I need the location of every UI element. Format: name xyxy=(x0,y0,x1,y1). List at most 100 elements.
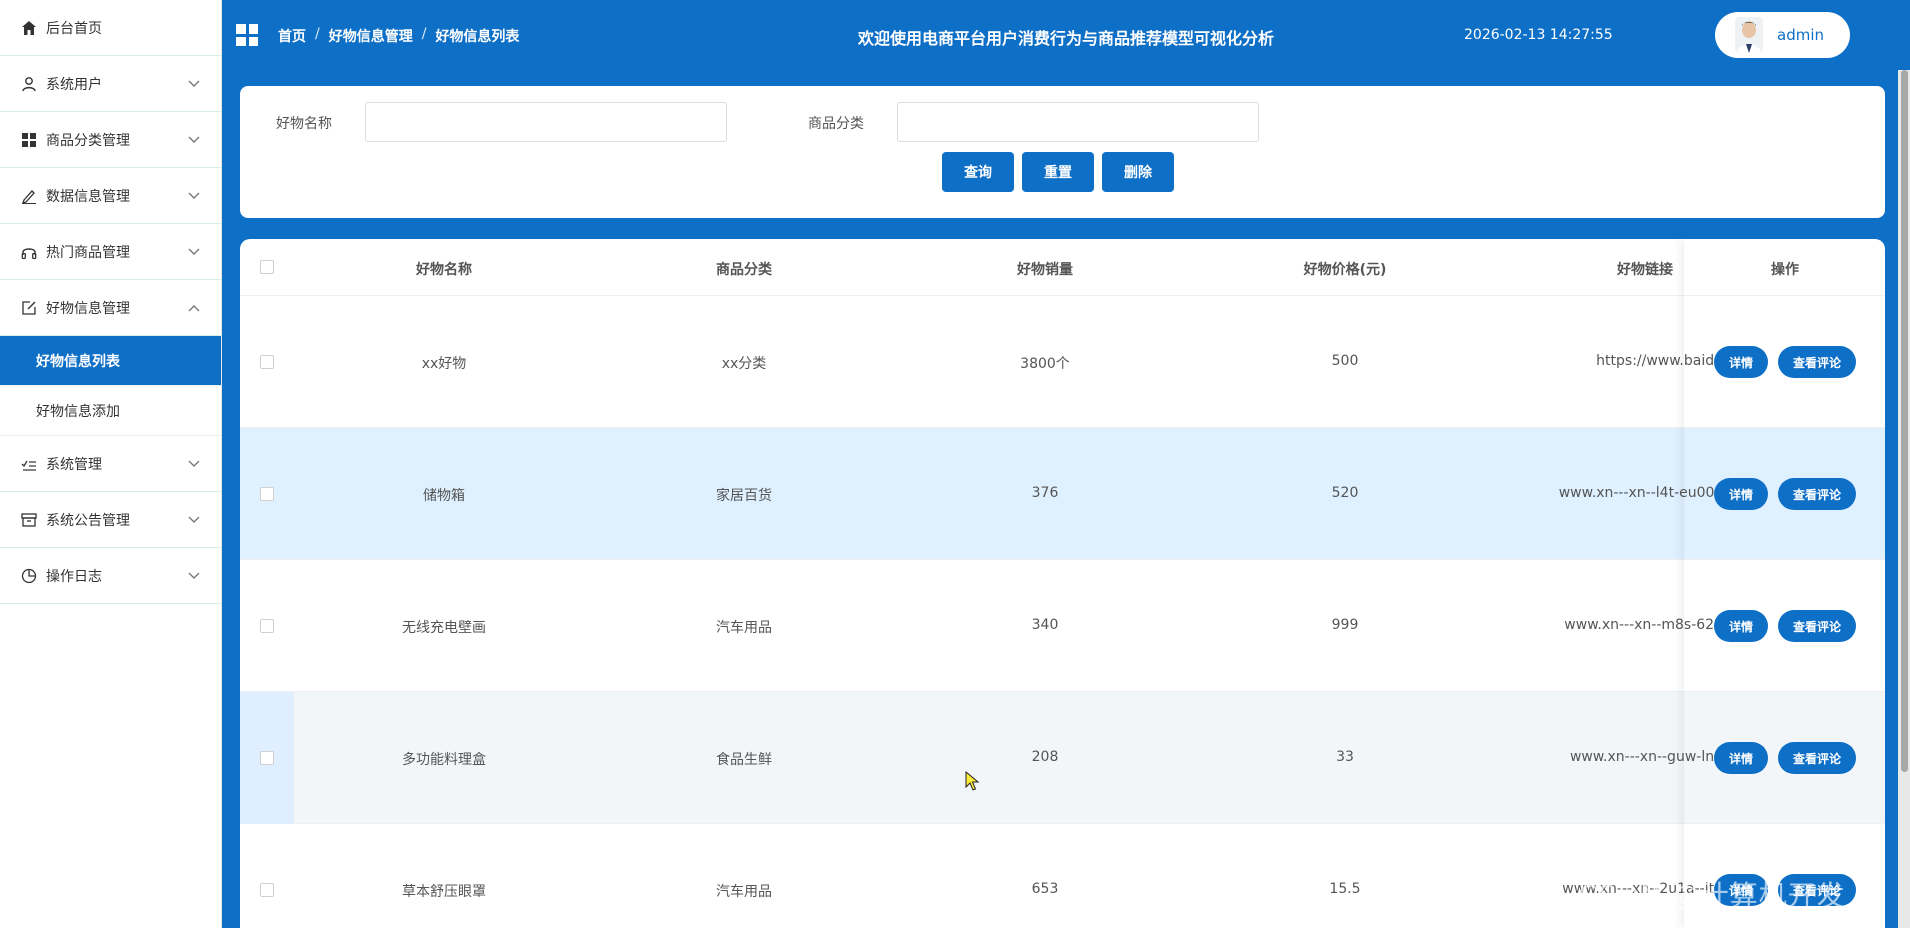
archive-icon xyxy=(20,511,38,529)
sidebar-item-label: 数据信息管理 xyxy=(46,188,130,205)
chevron-up-icon xyxy=(187,301,201,315)
sidebar-item-label: 操作日志 xyxy=(46,568,102,585)
table-row[interactable]: xx好物 xx分类 3800个 500 https://www.baidu xyxy=(240,296,1885,428)
username: admin xyxy=(1777,26,1824,44)
breadcrumb-separator: / xyxy=(315,26,320,42)
sidebar-item-category-management[interactable]: 商品分类管理 xyxy=(0,112,221,168)
column-header-link: 好物链接 xyxy=(1617,262,1673,278)
view-comments-button[interactable]: 查看评论 xyxy=(1778,478,1856,510)
sidebar-item-label: 商品分类管理 xyxy=(46,132,130,149)
page-title: 欢迎使用电商平台用户消费行为与商品推荐模型可视化分析 xyxy=(858,29,1275,48)
chevron-down-icon xyxy=(187,569,201,583)
sidebar: 后台首页 系统用户 商品分类管理 数据信息管理 热门商品管理 好物信息管理 好物… xyxy=(0,0,222,928)
cell-name: 草本舒压眼罩 xyxy=(402,884,486,900)
reset-button[interactable]: 重置 xyxy=(1022,152,1094,192)
sidebar-item-label: 好物信息管理 xyxy=(46,300,130,317)
sidebar-subitem-goods-list[interactable]: 好物信息列表 xyxy=(0,336,221,386)
column-header-sales: 好物销量 xyxy=(1017,262,1073,278)
cell-category: 家居百货 xyxy=(716,488,772,504)
breadcrumb-home[interactable]: 首页 xyxy=(278,26,306,46)
home-icon xyxy=(20,19,38,37)
sidebar-item-label: 系统用户 xyxy=(46,76,102,93)
row-checkbox[interactable] xyxy=(260,883,274,897)
goods-table: 好物名称 商品分类 好物销量 好物价格(元) 好物链接 操作 xx好物 xx分类… xyxy=(240,239,1885,928)
row-checkbox[interactable] xyxy=(260,355,274,369)
cell-category: 食品生鲜 xyxy=(716,752,772,768)
table-row[interactable]: 多功能料理盒 食品生鲜 208 33 www.xn---xn--guw-ln1 xyxy=(240,692,1885,824)
row-checkbox[interactable] xyxy=(260,487,274,501)
sidebar-item-hot-products[interactable]: 热门商品管理 xyxy=(0,224,221,280)
headphones-icon xyxy=(20,243,38,261)
search-panel: 好物名称 商品分类 查询 重置 删除 xyxy=(240,86,1885,218)
select-all-checkbox[interactable] xyxy=(260,260,274,274)
cell-price: 33 xyxy=(1336,749,1354,765)
goods-name-input[interactable] xyxy=(365,102,727,142)
cell-sales: 208 xyxy=(1031,749,1059,765)
view-comments-button[interactable]: 查看评论 xyxy=(1778,346,1856,378)
sidebar-item-label: 后台首页 xyxy=(46,20,102,37)
detail-button[interactable]: 详情 xyxy=(1714,346,1768,378)
grid-icon xyxy=(20,131,38,149)
cell-sales: 376 xyxy=(1031,485,1059,501)
detail-button[interactable]: 详情 xyxy=(1714,742,1768,774)
sidebar-item-announcements[interactable]: 系统公告管理 xyxy=(0,492,221,548)
sidebar-item-system-management[interactable]: 系统管理 xyxy=(0,436,221,492)
row-checkbox[interactable] xyxy=(260,751,274,765)
sidebar-item-home[interactable]: 后台首页 xyxy=(0,0,221,56)
detail-button[interactable]: 详情 xyxy=(1714,610,1768,642)
page-scrollbar-thumb[interactable] xyxy=(1901,70,1908,772)
mouse-cursor-icon xyxy=(965,770,980,791)
view-comments-button[interactable]: 查看评论 xyxy=(1778,610,1856,642)
chevron-down-icon xyxy=(187,457,201,471)
column-header-name: 好物名称 xyxy=(416,262,472,278)
datetime-display: 2026-02-13 14:27:55 xyxy=(1464,27,1613,43)
pie-icon xyxy=(20,567,38,585)
chevron-down-icon xyxy=(187,245,201,259)
category-label: 商品分类 xyxy=(808,116,864,132)
row-checkbox[interactable] xyxy=(260,619,274,633)
edit-icon xyxy=(20,299,38,317)
table-row[interactable]: 无线充电壁画 汽车用品 340 999 www.xn---xn--m8s-622 xyxy=(240,560,1885,692)
user-menu[interactable]: admin xyxy=(1715,12,1850,58)
table-row[interactable]: 储物箱 家居百货 376 520 www.xn---xn--l4t-eu00a xyxy=(240,428,1885,560)
cell-sales: 3800个 xyxy=(1020,356,1070,372)
cell-name: xx好物 xyxy=(421,356,467,372)
sidebar-item-label: 系统公告管理 xyxy=(46,512,130,529)
chevron-down-icon xyxy=(187,133,201,147)
query-button[interactable]: 查询 xyxy=(942,152,1014,192)
breadcrumb: 首页 / 好物信息管理 / 好物信息列表 xyxy=(278,26,519,46)
detail-button[interactable]: 详情 xyxy=(1714,478,1768,510)
breadcrumb-goods-list: 好物信息列表 xyxy=(435,29,520,45)
cell-name: 多功能料理盒 xyxy=(402,752,486,768)
sidebar-item-data-management[interactable]: 数据信息管理 xyxy=(0,168,221,224)
cell-sales: 653 xyxy=(1031,881,1059,897)
cell-category: 汽车用品 xyxy=(716,620,772,636)
sidebar-subitem-goods-add[interactable]: 好物信息添加 xyxy=(0,386,221,436)
view-comments-button[interactable]: 查看评论 xyxy=(1778,742,1856,774)
chevron-down-icon xyxy=(187,189,201,203)
menu-grid-icon[interactable] xyxy=(236,24,258,46)
cell-sales: 340 xyxy=(1031,617,1059,633)
sidebar-item-label: 系统管理 xyxy=(46,456,102,473)
sidebar-item-label: 热门商品管理 xyxy=(46,244,130,261)
sidebar-item-system-users[interactable]: 系统用户 xyxy=(0,56,221,112)
chevron-down-icon xyxy=(187,77,201,91)
sidebar-item-goods-management[interactable]: 好物信息管理 xyxy=(0,280,221,336)
chevron-down-icon xyxy=(187,513,201,527)
column-header-category: 商品分类 xyxy=(716,262,772,278)
avatar xyxy=(1735,17,1763,53)
breadcrumb-goods-management[interactable]: 好物信息管理 xyxy=(329,26,413,46)
cell-category: 汽车用品 xyxy=(716,884,772,900)
sidebar-item-operation-log[interactable]: 操作日志 xyxy=(0,548,221,604)
category-input[interactable] xyxy=(897,102,1259,142)
list-check-icon xyxy=(20,455,38,473)
cell-price: 520 xyxy=(1331,485,1359,501)
cell-price: 999 xyxy=(1331,617,1359,633)
cell-price: 15.5 xyxy=(1329,881,1361,897)
cell-name: 储物箱 xyxy=(423,488,465,504)
breadcrumb-separator: / xyxy=(421,26,427,42)
column-header-price: 好物价格(元) xyxy=(1303,262,1387,278)
user-icon xyxy=(20,75,38,93)
table-header: 好物名称 商品分类 好物销量 好物价格(元) 好物链接 操作 xyxy=(240,239,1885,296)
delete-button[interactable]: 删除 xyxy=(1102,152,1174,192)
